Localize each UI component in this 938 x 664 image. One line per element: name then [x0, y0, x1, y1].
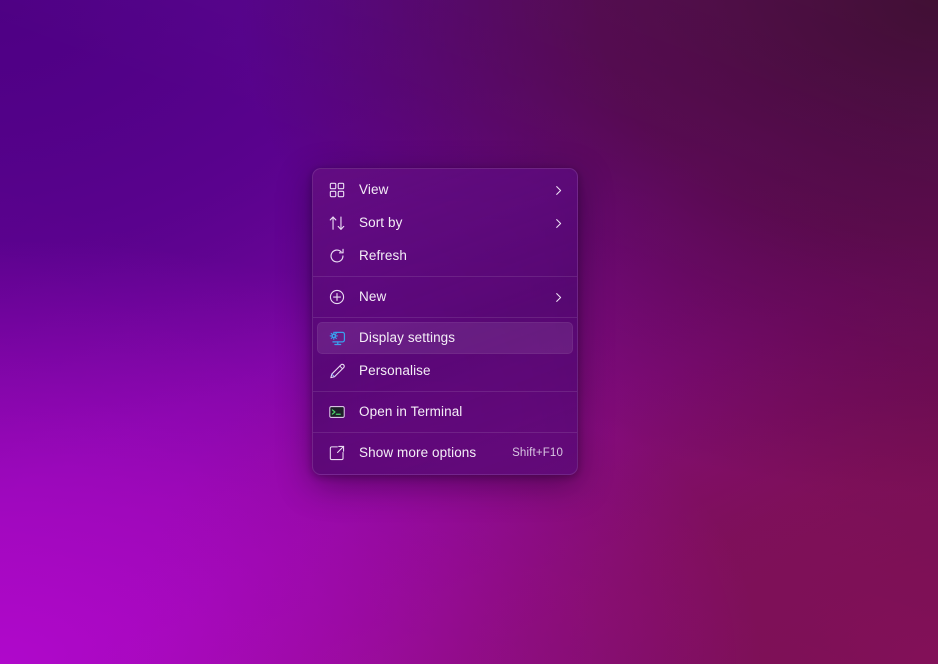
menu-item-open-in-terminal[interactable]: Open in Terminal: [317, 396, 573, 428]
monitor-gear-icon: [327, 328, 347, 348]
terminal-icon: [327, 402, 347, 422]
menu-item-sort-by[interactable]: Sort by: [317, 207, 573, 239]
menu-item-personalise[interactable]: Personalise: [317, 355, 573, 387]
menu-item-label: New: [359, 290, 387, 304]
menu-separator: [313, 276, 577, 277]
menu-item-shortcut: Shift+F10: [512, 447, 563, 459]
menu-item-label: View: [359, 183, 389, 197]
menu-separator: [313, 317, 577, 318]
menu-item-label: Personalise: [359, 364, 431, 378]
menu-item-label: Display settings: [359, 331, 456, 345]
menu-separator: [313, 391, 577, 392]
menu-item-display-settings[interactable]: Display settings: [317, 322, 573, 354]
chevron-right-icon[interactable]: [551, 290, 565, 304]
menu-item-view[interactable]: View: [317, 174, 573, 206]
sort-arrows-icon: [327, 213, 347, 233]
menu-section: New: [313, 281, 577, 313]
menu-separator: [313, 432, 577, 433]
menu-section: Display settings Personalise: [313, 322, 577, 387]
menu-item-label: Show more options: [359, 446, 477, 460]
menu-item-show-more-options[interactable]: Show more options Shift+F10: [317, 437, 573, 469]
menu-item-refresh[interactable]: Refresh: [317, 240, 573, 272]
plus-circle-icon: [327, 287, 347, 307]
show-more-options-icon: [327, 443, 347, 463]
grid-view-icon: [327, 180, 347, 200]
menu-item-label: Sort by: [359, 216, 403, 230]
menu-item-label: Open in Terminal: [359, 405, 463, 419]
desktop-context-menu[interactable]: View Sort by Refresh New Display settings Per…: [312, 168, 578, 475]
menu-item-label: Refresh: [359, 249, 407, 263]
menu-item-new[interactable]: New: [317, 281, 573, 313]
menu-section: Open in Terminal: [313, 396, 577, 428]
menu-section: View Sort by Refresh: [313, 174, 577, 272]
chevron-right-icon[interactable]: [551, 183, 565, 197]
refresh-icon: [327, 246, 347, 266]
pen-brush-icon: [327, 361, 347, 381]
menu-section: Show more options Shift+F10: [313, 437, 577, 469]
chevron-right-icon[interactable]: [551, 216, 565, 230]
